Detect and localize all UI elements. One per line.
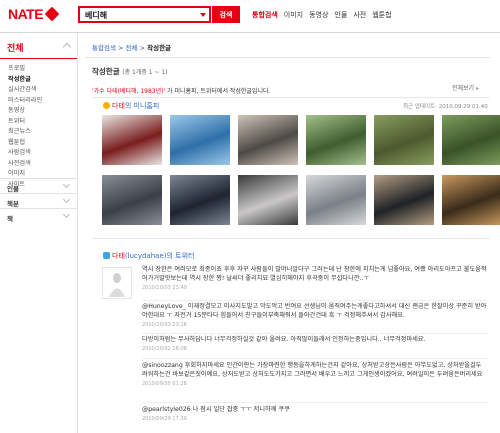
minihompy-title-link[interactable]: 다테의 미니홈피	[112, 101, 159, 111]
sidebar-section-academic[interactable]: 책분	[0, 193, 77, 208]
tweet-date: 2010/10/03 23:40	[142, 284, 187, 291]
tweet-text: 역시 장한은 여러모로 최종이죠 후후 자꾸 사람들이 말머니알다구 그러는데 …	[142, 266, 487, 282]
tweet-divider	[142, 402, 487, 403]
photo-thumbnail[interactable]	[442, 115, 500, 165]
sidebar: 전체 프로필 작성한글 실시간검색 미스터리라인 동영상 트위터 최근뉴스 웹툰…	[0, 33, 78, 433]
avatar[interactable]	[102, 267, 132, 299]
minihompy-icon	[103, 102, 110, 109]
photo-thumbnail[interactable]	[306, 115, 366, 165]
nav-tab-people[interactable]: 인물	[334, 10, 347, 20]
twitter-title-link[interactable]: 다테(lucydahae)의 트위터	[112, 251, 194, 261]
tweet-date: 2010/10/03 23:16	[142, 321, 187, 328]
sidebar-item-video[interactable]: 동영상	[8, 105, 42, 116]
tweet-text: @pearlstyle026 나 잠시 일단 잡중 ㅜㅜ 저니하께 쿠쿠	[142, 406, 290, 413]
breadcrumb-integrated[interactable]: 통합검색	[92, 44, 116, 52]
top-nav: 통합검색 이미지 동영상 인물 사전 웹툰헙	[252, 10, 392, 20]
sidebar-item-images[interactable]: 이미지	[8, 168, 42, 179]
sidebar-item-posts[interactable]: 작성한글	[8, 74, 42, 85]
sidebar-item-people-search[interactable]: 사람검색	[8, 147, 42, 158]
sidebar-title-underline	[0, 58, 77, 59]
nav-tab-dictionary[interactable]: 사전	[353, 10, 366, 20]
page-title-text: 작성한글	[92, 67, 120, 76]
breadcrumb-current: 작성한글	[147, 44, 172, 52]
tweet-divider	[142, 358, 487, 359]
sidebar-item-profile[interactable]: 프로필	[8, 63, 42, 74]
chevron-down-icon	[62, 195, 71, 204]
chevron-down-icon	[62, 180, 71, 189]
chevron-down-icon	[62, 210, 71, 219]
sidebar-section-books[interactable]: 책	[0, 208, 77, 223]
search-input[interactable]: 베디해	[78, 6, 211, 23]
sidebar-section-label: 책분	[7, 200, 19, 208]
photo-thumbnail[interactable]	[238, 175, 298, 225]
photo-row-2	[102, 175, 500, 225]
query-rest: 가 미니홈피, 트위터에서 작성한글입니다.	[165, 88, 271, 95]
minihompy-title-highlight: 다테	[112, 102, 125, 110]
photo-thumbnail[interactable]	[374, 175, 434, 225]
logo-text: NATE	[8, 6, 44, 22]
nav-tab-webtoon[interactable]: 웹툰헙	[372, 10, 391, 20]
tweet-item: 역시 장한은 여러모로 최종이죠 후후 자꾸 사람들이 말머니알다구 그러는데 …	[142, 266, 487, 291]
twitter-title-rest: (lucydahae)의 트위터	[124, 252, 195, 260]
photo-row-1	[102, 115, 500, 165]
photo-thumbnail[interactable]	[170, 175, 230, 225]
photo-thumbnail[interactable]	[238, 115, 298, 165]
expand-all-link[interactable]: 전체보기	[452, 83, 479, 92]
query-description: '가수 다테(베디해, 1983년)' 가 미니홈피, 트위터에서 작성한글입니…	[92, 86, 270, 95]
tweet-date: 2010/09/29 17:39	[142, 415, 187, 422]
tweet-divider	[142, 300, 487, 301]
sidebar-section-label: 책	[7, 215, 13, 223]
page-title: 작성한글 (총 1개중 1 ~ 1)	[92, 66, 168, 77]
photo-thumbnail[interactable]	[102, 175, 162, 225]
nav-tab-images[interactable]: 이미지	[284, 10, 303, 20]
breadcrumb-divider	[85, 57, 490, 58]
minihompy-title-rest: 의 미니홈피	[124, 102, 160, 110]
photo-thumbnail[interactable]	[442, 175, 500, 225]
chevron-up-icon[interactable]	[62, 42, 72, 52]
tweet-divider	[142, 333, 487, 334]
divider	[92, 97, 490, 98]
logo-cube-icon	[44, 6, 60, 22]
photo-thumbnail[interactable]	[170, 115, 230, 165]
tweet-text: @sinoozzang 후회하지마세요 인간이란는 가장마련한 행동을하게하는건…	[142, 362, 483, 378]
nav-tab-videos[interactable]: 동영상	[309, 10, 328, 20]
breadcrumb-sep: >	[118, 44, 124, 52]
tweet-item: @sinoozzang 후회하지마세요 인간이란는 가장마련한 행동을하게하는건…	[142, 362, 487, 387]
sidebar-item-dict-search[interactable]: 사전검색	[8, 158, 42, 169]
sidebar-item-realtime[interactable]: 실시간검색	[8, 84, 42, 95]
divider	[92, 238, 490, 239]
minihompy-update-date: 최근 업데이트: 2010.09.29 01:40	[403, 104, 488, 110]
tweet-item: @HuneyLove_ 이재정결모고 미사지도발고 악도먹고 반여요 선생님이 …	[142, 303, 487, 328]
nav-tab-integrated[interactable]: 통합검색	[252, 10, 278, 20]
breadcrumb-sep: >	[139, 44, 146, 52]
header: NATE 베디해 검색 통합검색 이미지 동영상 인물 사전 웹툰헙	[0, 0, 500, 32]
photo-thumbnail[interactable]	[102, 115, 162, 165]
tweet-item: 다방이처럼는 무사하답니다 너무걱정하실것 같아 올려요. 아직많이들래서 인정…	[142, 336, 487, 352]
search-button[interactable]: 검색	[212, 6, 240, 23]
tweet-item: @pearlstyle026 나 잠시 일단 잡중 ㅜㅜ 저니하께 쿠쿠 201…	[142, 406, 487, 422]
sidebar-section-label: 인물	[7, 185, 19, 193]
breadcrumb: 통합검색 > 전체 > 작성한글	[92, 42, 171, 52]
breadcrumb-all[interactable]: 전체	[126, 44, 138, 52]
sidebar-section-people[interactable]: 인물	[0, 178, 77, 193]
sidebar-item-webtoon[interactable]: 웹툰헙	[8, 137, 42, 148]
sidebar-item-news[interactable]: 최근뉴스	[8, 126, 42, 137]
sidebar-title[interactable]: 전체	[7, 41, 24, 54]
sidebar-item-twitter[interactable]: 트위터	[8, 116, 42, 127]
tweet-date: 2010/10/02 16:08	[142, 345, 187, 352]
tweet-date: 2010/09/30 01:28	[142, 380, 187, 387]
photo-thumbnail[interactable]	[374, 115, 434, 165]
search-value: 베디해	[85, 11, 108, 20]
result-count: (총 1개중 1 ~ 1)	[122, 69, 168, 76]
twitter-title-highlight: 다테	[112, 252, 125, 260]
photo-thumbnail[interactable]	[306, 175, 366, 225]
query-quote: '가수 다테(베디해, 1983년)'	[92, 88, 166, 95]
tweet-text: 다방이처럼는 무사하답니다 너무걱정하실것 같아 올려요. 아직많이들래서 인정…	[142, 336, 426, 343]
tweet-text: @HuneyLove_ 이재정결모고 미사지도발고 악도먹고 반여요 선생님이 …	[142, 303, 487, 319]
sidebar-items: 프로필 작성한글 실시간검색 미스터리라인 동영상 트위터 최근뉴스 웹툰헙 사…	[8, 63, 42, 189]
nate-logo[interactable]: NATE	[8, 6, 60, 22]
search-dropdown-icon[interactable]	[200, 13, 206, 17]
sidebar-item-mystery[interactable]: 미스터리라인	[8, 95, 42, 106]
twitter-icon	[103, 252, 110, 259]
